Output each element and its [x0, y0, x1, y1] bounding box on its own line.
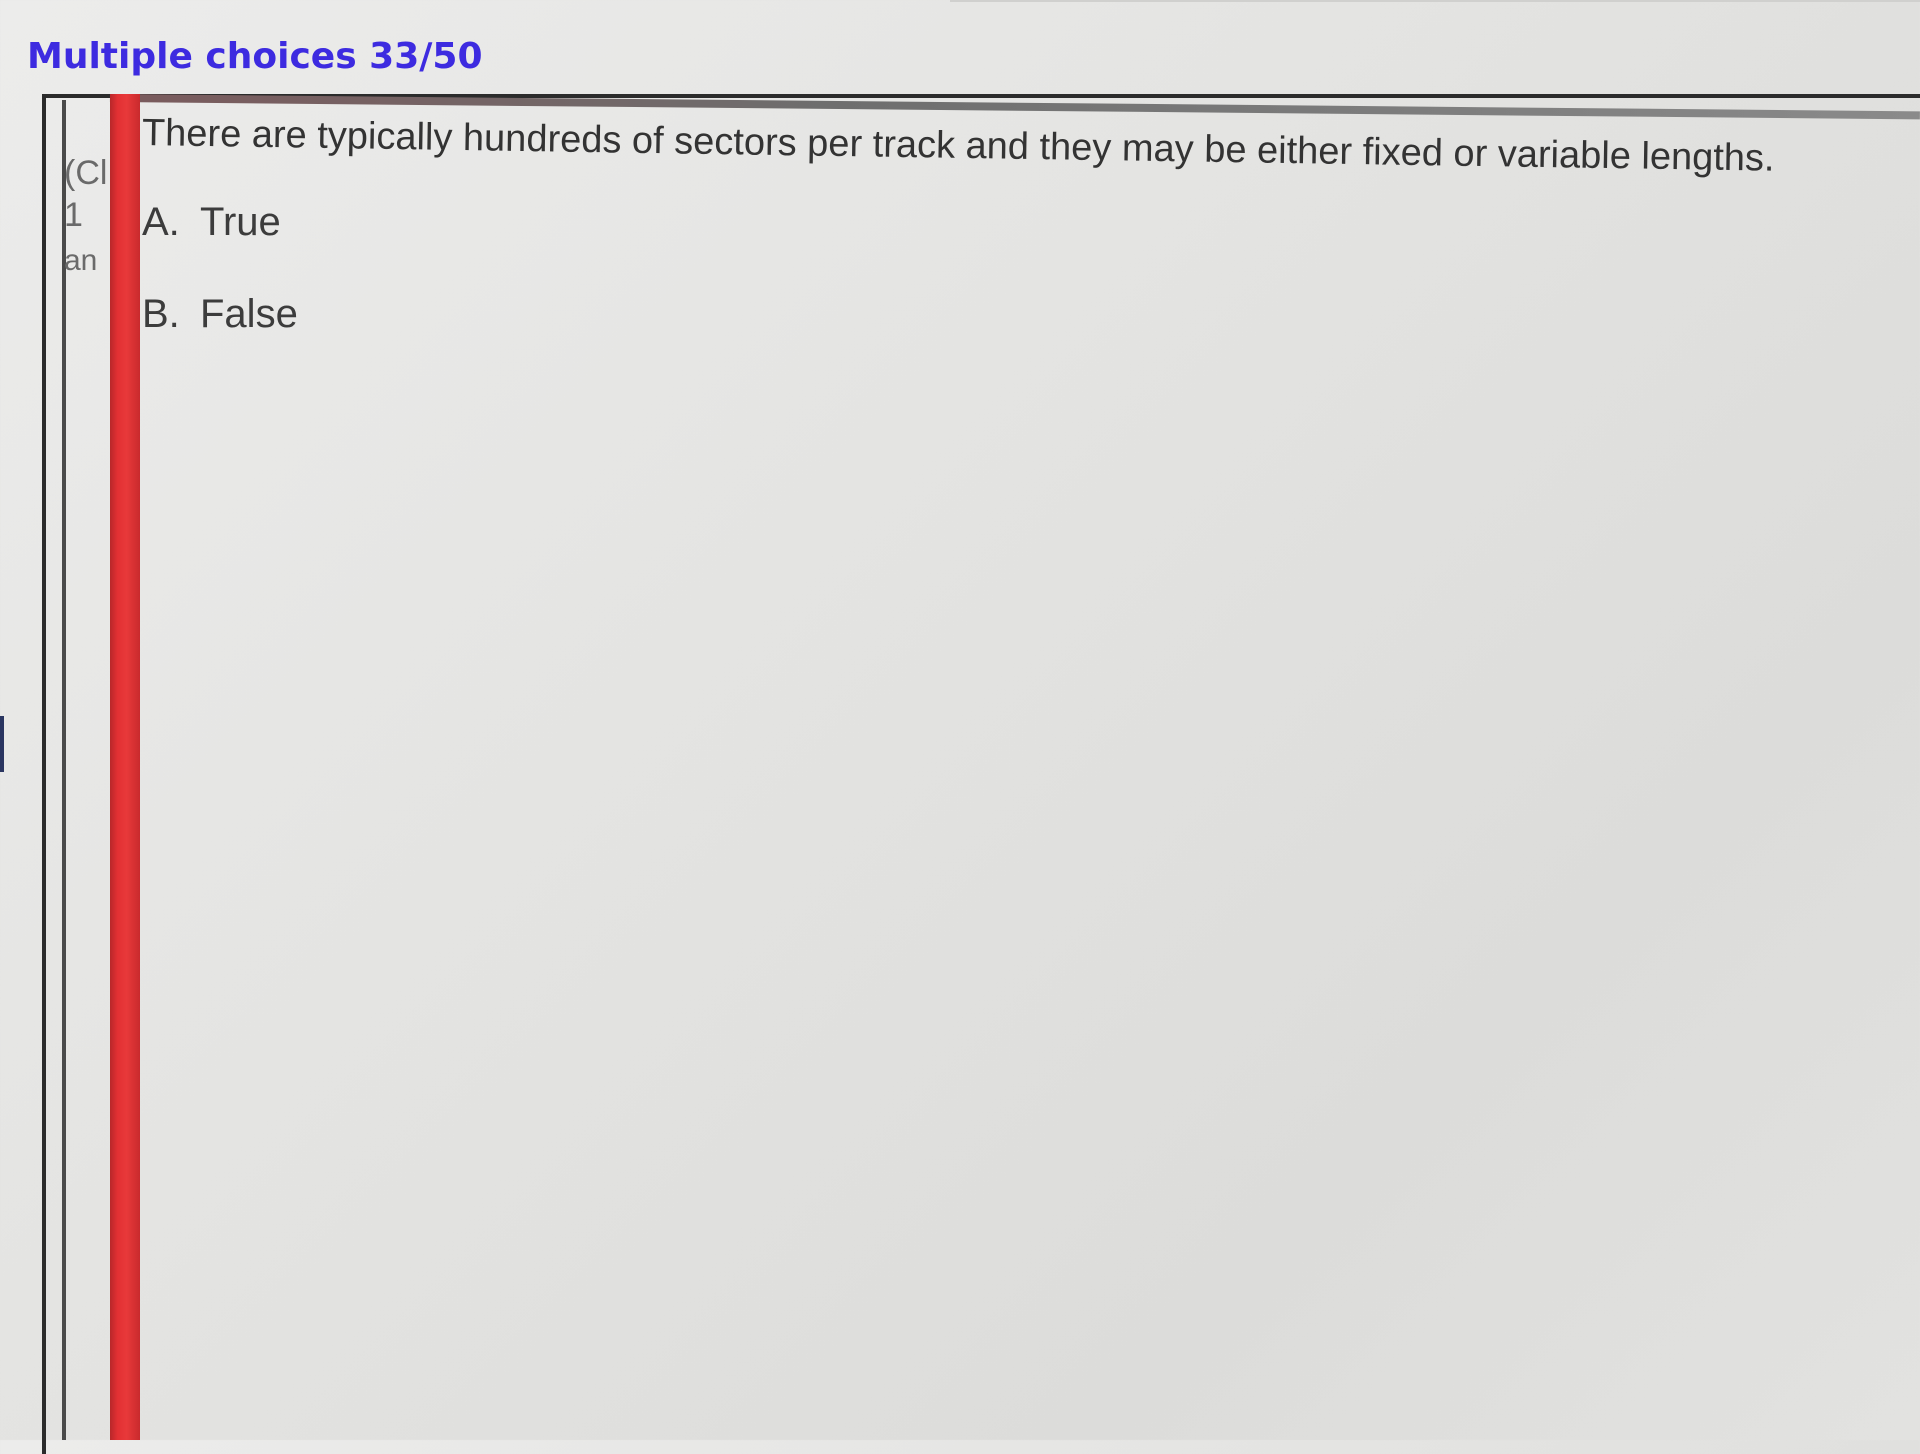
choice-letter-a: A.: [142, 200, 180, 244]
left-panel-text-1: (Cl: [64, 154, 108, 192]
left-panel-text-2: 1: [64, 196, 83, 234]
top-divider: [950, 0, 1920, 2]
choice-true[interactable]: A. True: [142, 200, 281, 245]
left-panel-divider: [62, 100, 66, 1440]
question-text: There are typically hundreds of sectors …: [141, 112, 1775, 180]
choice-label-true: True: [200, 200, 281, 244]
page-title: Multiple choices 33/50: [27, 36, 483, 77]
question-area: There are typically hundreds of sectors …: [140, 104, 1910, 404]
question-accent-bar: [110, 94, 140, 1440]
choice-false[interactable]: B. False: [142, 292, 298, 337]
left-panel-text-3: an: [64, 244, 98, 277]
choice-letter-b: B.: [142, 292, 180, 336]
window-edge-marker: [0, 716, 4, 772]
choice-label-false: False: [200, 292, 298, 336]
